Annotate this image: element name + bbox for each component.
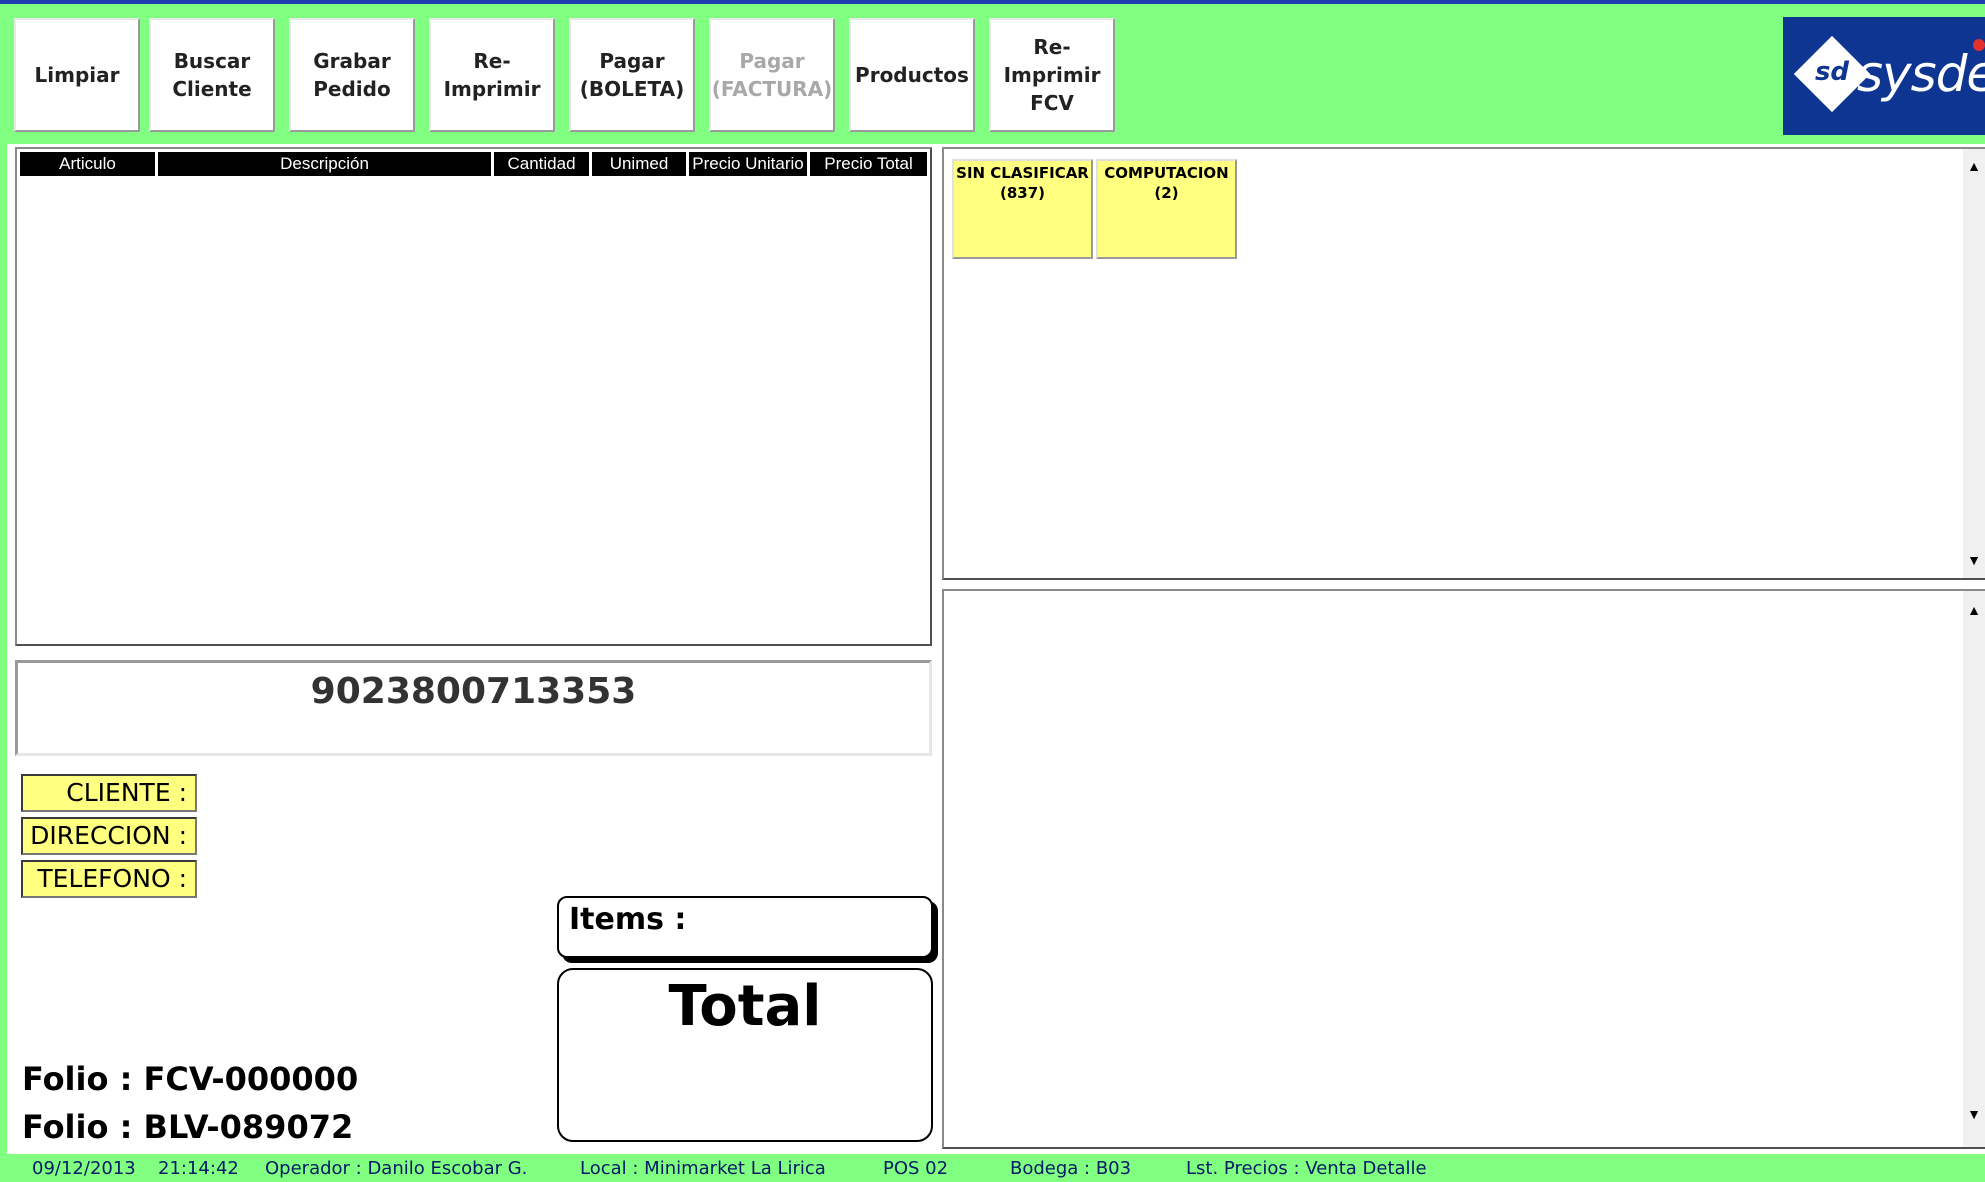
sale-items-grid[interactable]: Articulo Descripción Cantidad Unimed Pre… [15,147,932,646]
status-bar: 09/12/2013 21:14:42 Operador : Danilo Es… [0,1154,1985,1182]
status-lista-precios: Lst. Precios : Venta Detalle [1186,1158,1427,1179]
reimprimir-button[interactable]: Re-Imprimir [429,18,555,132]
column-header-articulo[interactable]: Articulo [20,152,155,176]
category-computacion-button[interactable]: COMPUTACION (2) [1096,159,1237,259]
category-scrollbar[interactable]: ▲ ▼ [1963,149,1985,578]
category-panel: SIN CLASIFICAR (837) COMPUTACION (2) ▲ ▼ [942,147,1985,580]
folio-blv: Folio : BLV-089072 [22,1108,354,1146]
status-pos: POS 02 [883,1158,949,1179]
category-sin-clasificar-button[interactable]: SIN CLASIFICAR (837) [952,159,1093,259]
grabar-pedido-button[interactable]: Grabar Pedido [289,18,415,132]
total-box: Total [557,968,933,1142]
status-time: 21:14:42 [158,1158,239,1179]
buscar-cliente-button[interactable]: Buscar Cliente [149,18,275,132]
productos-button[interactable]: Productos [849,18,975,132]
scroll-down-arrow-icon[interactable]: ▼ [1963,1099,1985,1129]
column-header-cantidad[interactable]: Cantidad [494,152,589,176]
logo-text: sysdev [1857,45,1985,103]
limpiar-button[interactable]: Limpiar [14,18,140,132]
status-date: 09/12/2013 [32,1158,136,1179]
toolbar: Limpiar Buscar Cliente Grabar Pedido Re-… [0,4,1985,144]
column-header-unimed[interactable]: Unimed [592,152,686,176]
reimprimir-fcv-button[interactable]: Re-Imprimir FCV [989,18,1115,132]
column-header-descripcion[interactable]: Descripción [158,152,491,176]
sysdev-logo: sd sysdev [1783,17,1985,135]
cliente-label: CLIENTE : [21,774,197,812]
scroll-up-arrow-icon[interactable]: ▲ [1963,595,1985,625]
product-scrollbar[interactable]: ▲ ▼ [1963,591,1985,1147]
folio-fcv: Folio : FCV-000000 [22,1060,359,1098]
status-bodega: Bodega : B03 [1010,1158,1132,1179]
product-panel: ▲ ▼ [942,589,1985,1149]
pagar-boleta-button[interactable]: Pagar (BOLETA) [569,18,695,132]
scroll-down-arrow-icon[interactable]: ▼ [1963,545,1985,575]
column-header-precio-unitario[interactable]: Precio Unitario [689,152,807,176]
status-operador: Operador : Danilo Escobar G. [265,1158,528,1179]
left-border [0,144,7,1154]
column-header-precio-total[interactable]: Precio Total [810,152,927,176]
logo-mark: sd [1814,57,1850,87]
scroll-up-arrow-icon[interactable]: ▲ [1963,151,1985,181]
direccion-label: DIRECCION : [21,817,197,855]
telefono-label: TELEFONO : [21,860,197,898]
pagar-factura-button[interactable]: Pagar (FACTURA) [709,18,835,132]
status-local: Local : Minimarket La Lirica [580,1158,826,1179]
barcode-input[interactable]: 9023800713353 [15,660,932,756]
logo-dot-icon [1973,39,1985,51]
items-count-box: Items : [557,896,933,958]
